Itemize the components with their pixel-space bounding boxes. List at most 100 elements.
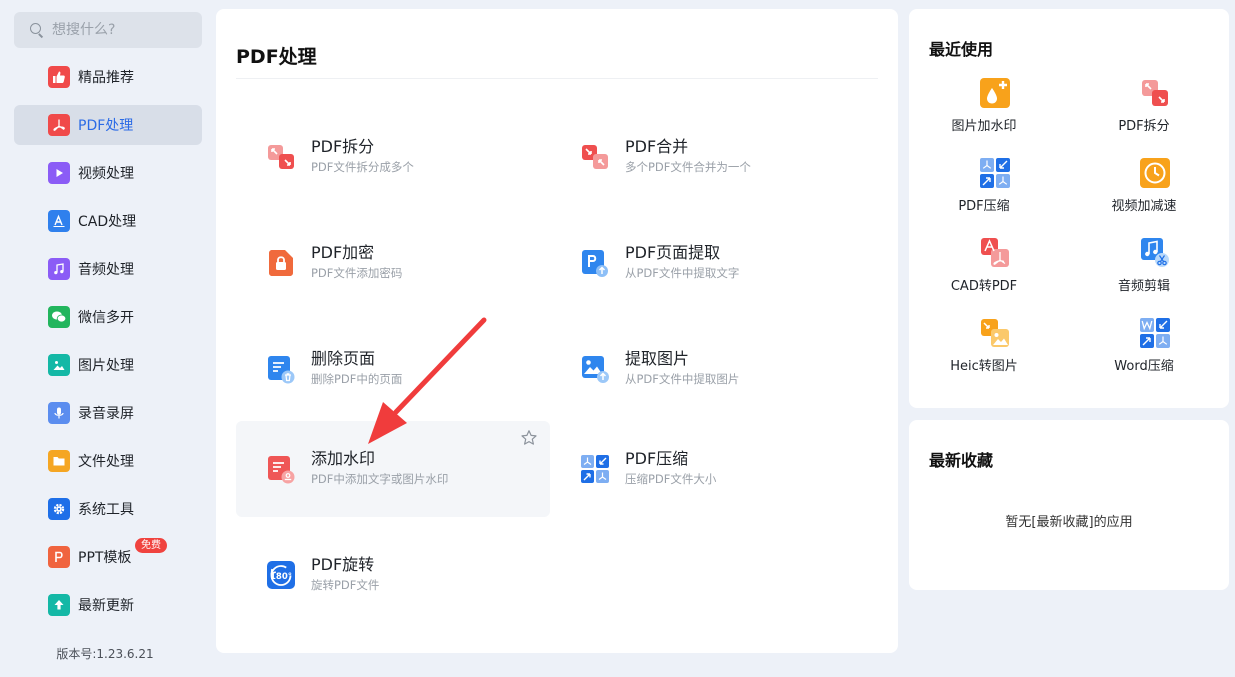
- recent-item-pdf-compress[interactable]: PDF压缩: [909, 157, 1059, 237]
- folder-icon: [48, 450, 70, 472]
- recent-item-image-watermark[interactable]: 图片加水印: [909, 77, 1059, 157]
- sidebar-item-label: 录音录屏: [78, 406, 134, 422]
- tool-name: PDF加密: [311, 243, 375, 262]
- recent-item-label: 视频加减速: [1111, 199, 1177, 214]
- tool-description: PDF文件拆分成多个: [311, 160, 414, 174]
- recent-item-audio-cut[interactable]: 音频剪辑: [1069, 237, 1219, 317]
- sidebar-nav: 精品推荐 PDF处理 视频处理 CAD处理 音频处理 微信多开 图片处理 录音录…: [14, 57, 202, 633]
- title-divider: [236, 78, 878, 79]
- tool-name: PDF页面提取: [625, 243, 721, 262]
- sidebar-item-system[interactable]: 系统工具: [14, 489, 202, 529]
- ppt-icon: [48, 546, 70, 568]
- tool-description: 从PDF文件中提取文字: [625, 266, 740, 280]
- recent-item-video-speed[interactable]: 视频加减速: [1069, 157, 1219, 237]
- thumbs-up-icon: [48, 66, 70, 88]
- recent-item-label: 音频剪辑: [1117, 279, 1170, 294]
- tool-card-pdf-rotate[interactable]: 180° PDF旋转 旋转PDF文件: [236, 527, 550, 623]
- tool-card-pdf-compress[interactable]: PDF压缩 压缩PDF文件大小: [550, 421, 864, 517]
- tool-card-pdf-split[interactable]: PDF拆分 PDF文件拆分成多个: [236, 109, 550, 205]
- tool-card-pdf-page-extract[interactable]: PDF页面提取 从PDF文件中提取文字: [550, 215, 864, 311]
- tool-name: PDF拆分: [311, 137, 375, 156]
- sidebar-item-label: 微信多开: [78, 310, 134, 326]
- tool-name: 添加水印: [311, 449, 376, 468]
- tool-description: 删除PDF中的页面: [311, 372, 403, 386]
- sidebar-item-wechat[interactable]: 微信多开: [14, 297, 202, 337]
- sidebar-item-label: PPT模板: [78, 550, 132, 566]
- pdf-split-icon: [268, 145, 294, 169]
- recent-item-pdf-split[interactable]: PDF拆分: [1069, 77, 1219, 157]
- tool-card-delete-page[interactable]: 删除页面 删除PDF中的页面: [236, 321, 550, 417]
- sidebar-item-file[interactable]: 文件处理: [14, 441, 202, 481]
- page-title: PDF处理: [236, 46, 317, 68]
- video-speed-icon: [1140, 158, 1170, 188]
- tool-name: 删除页面: [311, 349, 376, 368]
- microphone-icon: [48, 402, 70, 424]
- sidebar-item-record[interactable]: 录音录屏: [14, 393, 202, 433]
- pdf-compress-icon: [980, 158, 1010, 188]
- recent-item-label: 图片加水印: [951, 119, 1017, 134]
- search-input[interactable]: [52, 22, 192, 38]
- recent-item-label: PDF拆分: [1118, 119, 1170, 134]
- cad-icon: [48, 210, 70, 232]
- tool-description: 旋转PDF文件: [311, 578, 380, 592]
- search-icon: [30, 23, 44, 37]
- svg-text:180°: 180°: [270, 572, 292, 582]
- tool-name: PDF压缩: [625, 449, 689, 468]
- sidebar-item-image[interactable]: 图片处理: [14, 345, 202, 385]
- favorites-title: 最新收藏: [929, 451, 994, 470]
- pdf-lock-icon: [269, 250, 293, 276]
- sidebar-item-label: 系统工具: [78, 502, 134, 518]
- pdf-split-icon: [1142, 80, 1168, 106]
- main-panel: PDF处理 PDF拆分 PDF文件拆分成多个 PDF合并 多个PDF文件合并为一…: [216, 9, 898, 653]
- recent-item-label: Word压缩: [1114, 359, 1174, 374]
- sidebar-item-cad[interactable]: CAD处理: [14, 201, 202, 241]
- video-play-icon: [48, 162, 70, 184]
- tool-card-pdf-merge[interactable]: PDF合并 多个PDF文件合并为一个: [550, 109, 864, 205]
- pdf-page-extract-icon: [582, 250, 608, 277]
- recent-item-word-compress[interactable]: Word压缩: [1069, 317, 1219, 397]
- music-icon: [48, 258, 70, 280]
- upload-icon: [48, 594, 70, 616]
- sidebar-item-recommended[interactable]: 精品推荐: [14, 57, 202, 97]
- favorite-star-icon[interactable]: [520, 429, 538, 447]
- tool-description: 多个PDF文件合并为一个: [625, 160, 751, 174]
- heic-to-image-icon: [981, 319, 1009, 347]
- search-box[interactable]: [14, 12, 202, 48]
- tool-description: PDF文件添加密码: [311, 266, 403, 280]
- favorites-empty-text: 暂无[最新收藏]的应用: [1005, 515, 1133, 530]
- tool-description: 从PDF文件中提取图片: [625, 372, 740, 386]
- tool-card-extract-image[interactable]: 提取图片 从PDF文件中提取图片: [550, 321, 864, 417]
- image-icon: [48, 354, 70, 376]
- version-label: 版本号:1.23.6.21: [56, 647, 154, 661]
- tool-description: 压缩PDF文件大小: [625, 472, 717, 486]
- pdf-icon: [48, 114, 70, 136]
- wechat-icon: [48, 306, 70, 328]
- tool-card-pdf-encrypt[interactable]: PDF加密 PDF文件添加密码: [236, 215, 550, 311]
- tool-card-add-watermark[interactable]: 添加水印 PDF中添加文字或图片水印: [236, 421, 550, 517]
- sidebar-item-updates[interactable]: 最新更新: [14, 585, 202, 625]
- sidebar-item-video[interactable]: 视频处理: [14, 153, 202, 193]
- sidebar-item-pdf[interactable]: PDF处理: [14, 105, 202, 145]
- pdf-merge-icon: [582, 145, 608, 169]
- recent-item-heic-to-image[interactable]: Heic转图片: [909, 317, 1059, 397]
- extract-image-icon: [582, 356, 609, 383]
- sidebar-item-label: 图片处理: [78, 358, 134, 374]
- recent-item-label: CAD转PDF: [950, 279, 1018, 294]
- sidebar-item-audio[interactable]: 音频处理: [14, 249, 202, 289]
- sidebar: 精品推荐 PDF处理 视频处理 CAD处理 音频处理: [0, 0, 215, 677]
- sidebar-item-label: 视频处理: [78, 166, 134, 182]
- sidebar-item-label: PDF处理: [78, 118, 134, 134]
- favorites-panel: 最新收藏 暂无[最新收藏]的应用: [909, 420, 1229, 590]
- sidebar-item-ppt[interactable]: PPT模板 免费: [14, 537, 202, 577]
- sidebar-item-label: 最新更新: [78, 598, 134, 614]
- recent-title: 最近使用: [929, 40, 994, 59]
- tool-name: PDF旋转: [311, 555, 375, 574]
- rotate-180-icon: 180°: [267, 561, 295, 589]
- tool-name: PDF合并: [625, 137, 689, 156]
- gear-icon: [48, 498, 70, 520]
- recent-item-label: PDF压缩: [958, 199, 1010, 214]
- tool-name: 提取图片: [625, 349, 690, 368]
- recent-item-cad-to-pdf[interactable]: CAD转PDF: [909, 237, 1059, 317]
- audio-cut-icon: [1141, 238, 1169, 267]
- cad-to-pdf-icon: [981, 238, 1009, 267]
